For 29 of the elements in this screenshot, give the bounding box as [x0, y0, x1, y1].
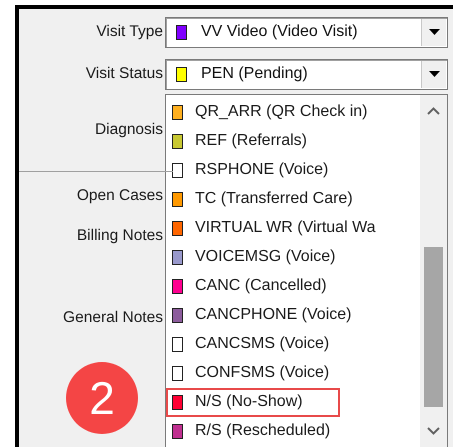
field-label: Open Cases — [76, 186, 164, 206]
dropdown-button[interactable] — [421, 18, 446, 46]
list-item[interactable]: TC (Transferred Care) — [166, 184, 418, 214]
list-item[interactable]: R/S (Rescheduled) — [166, 416, 418, 446]
list-item[interactable]: N/S (No-Show) — [166, 388, 340, 417]
list-item[interactable]: CONFSMS (Voice) — [166, 358, 418, 388]
field-label: Visit Type — [96, 22, 164, 42]
field-label: Diagnosis — [94, 120, 164, 140]
dropdown-field[interactable]: PEN (Pending) — [165, 58, 448, 90]
list-item[interactable]: CANC (Cancelled) — [166, 272, 418, 301]
field-label: Visit Status — [86, 64, 164, 84]
list-item[interactable]: CANCSMS (Voice) — [166, 330, 418, 359]
list-item[interactable]: CANCPHONE (Voice) — [166, 300, 418, 330]
caret-icon — [428, 29, 440, 36]
scroll-up-icon[interactable] — [427, 106, 440, 115]
field-label: General Notes — [63, 308, 164, 328]
dropdown-button[interactable] — [421, 60, 446, 88]
caret-icon — [428, 71, 440, 78]
list-item[interactable]: VIRTUAL WR (Virtual Wa — [166, 214, 418, 243]
step-badge: 2 — [66, 362, 138, 434]
list-item[interactable]: QR_ARR (QR Check in) — [166, 98, 418, 127]
list-item[interactable]: RSPHONE (Voice) — [166, 156, 418, 185]
field-label: Billing Notes — [76, 226, 164, 246]
list-item[interactable]: REF (Referrals) — [166, 126, 418, 156]
scroll-down-icon[interactable] — [427, 426, 440, 435]
scrollbar[interactable] — [420, 94, 447, 447]
list-item[interactable]: VOICEMSG (Voice) — [166, 242, 418, 272]
dropdown-field[interactable]: VV Video (Video Visit) — [165, 17, 448, 48]
scroll-thumb[interactable] — [424, 246, 443, 407]
